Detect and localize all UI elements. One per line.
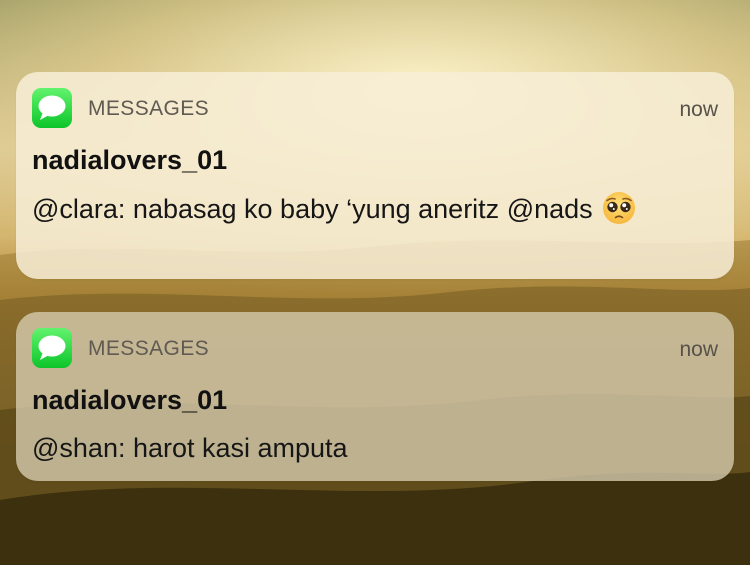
notification-time: now xyxy=(679,98,718,121)
notification-time: now xyxy=(679,338,718,361)
notification-card[interactable]: MESSAGES now nadialovers_01 @clara: naba… xyxy=(16,72,734,279)
message-text-block: @clara: nabasag ko baby ‘yung aneritz @n… xyxy=(32,190,712,228)
pleading-face-icon xyxy=(602,191,636,225)
app-name: MESSAGES xyxy=(88,337,210,360)
message-text: @clara: nabasag ko baby ‘yung aneritz @n… xyxy=(32,194,593,224)
sender-name: nadialovers_01 xyxy=(32,385,228,415)
app-name: MESSAGES xyxy=(88,97,210,120)
message-text-block: @shan: harot kasi amputa xyxy=(32,429,712,467)
messages-bubble-icon xyxy=(32,88,72,128)
notification-card[interactable]: MESSAGES now nadialovers_01 @shan: harot… xyxy=(16,312,734,481)
message-text: @shan: harot kasi amputa xyxy=(32,433,348,463)
sender-name: nadialovers_01 xyxy=(32,145,228,175)
messages-bubble-icon xyxy=(32,328,72,368)
notification-header: MESSAGES now xyxy=(32,88,718,128)
notification-header: MESSAGES now xyxy=(32,328,718,368)
